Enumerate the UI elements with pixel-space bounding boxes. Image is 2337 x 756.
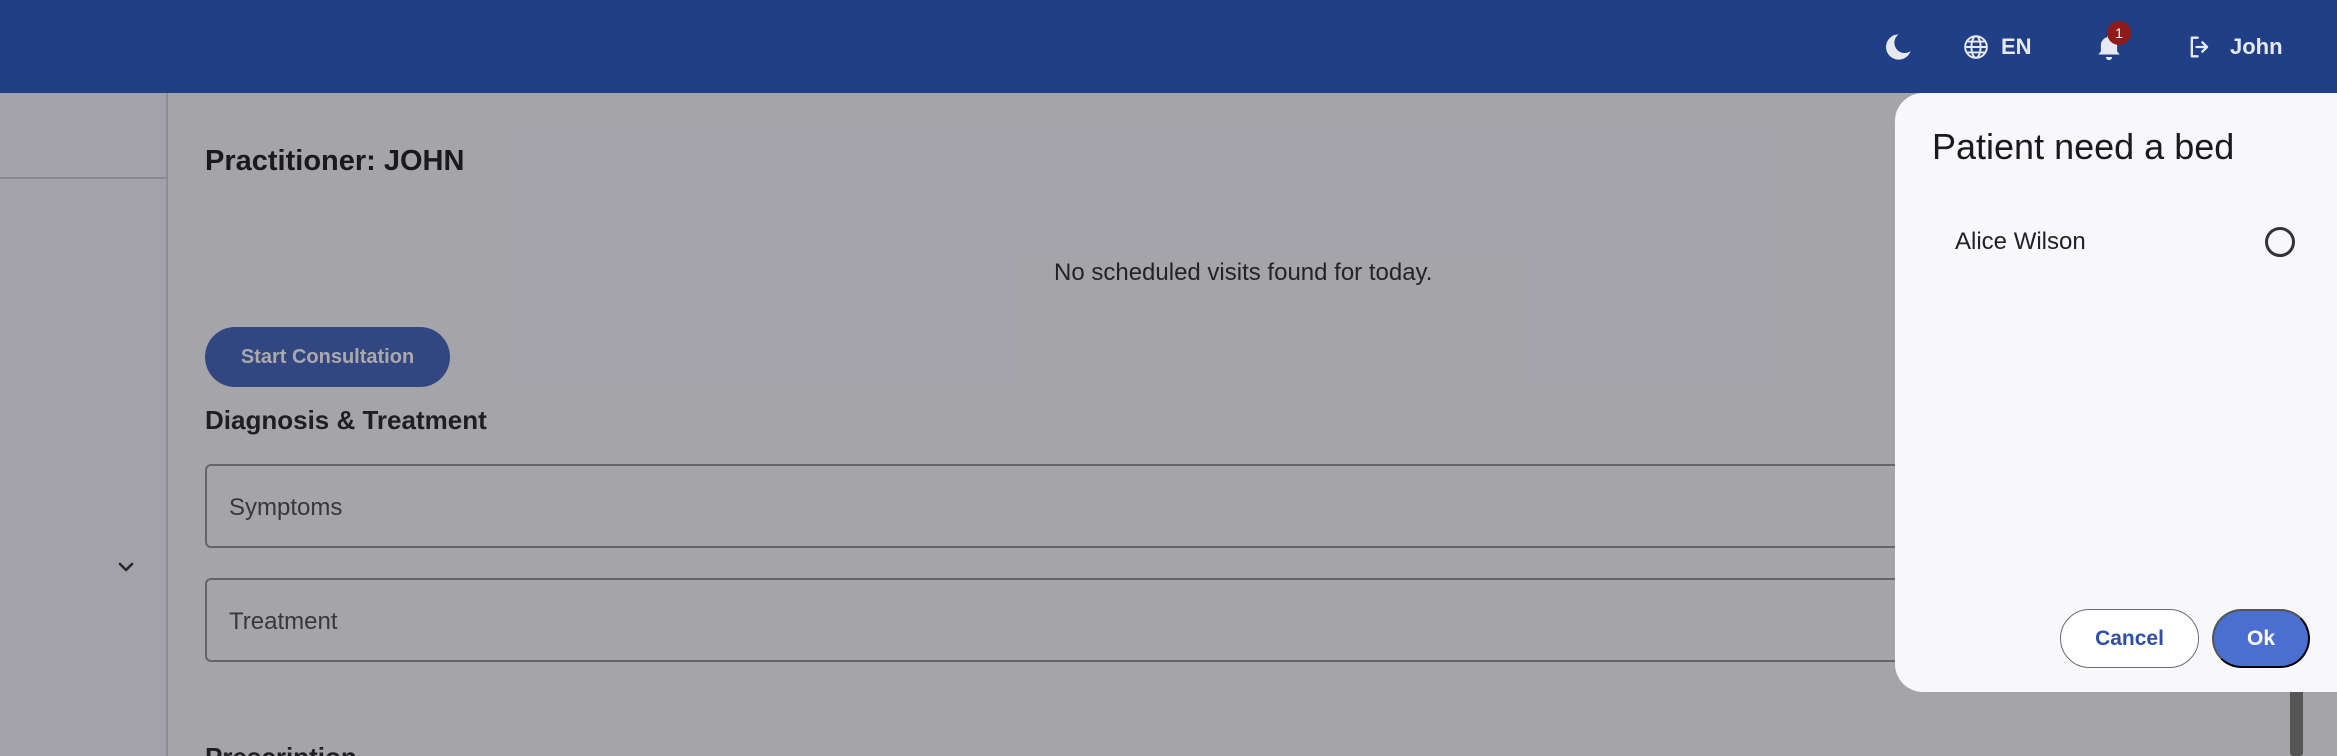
dialog-option-alice-wilson[interactable]: Alice Wilson bbox=[1955, 216, 2295, 268]
globe-icon bbox=[1963, 34, 1989, 60]
radio-button[interactable] bbox=[2265, 227, 2295, 257]
scrollbar-thumb[interactable] bbox=[2290, 690, 2303, 756]
notification-badge: 1 bbox=[2107, 21, 2131, 45]
cancel-button[interactable]: Cancel bbox=[2060, 609, 2199, 668]
logout-button[interactable]: John bbox=[2186, 0, 2283, 93]
language-selector[interactable]: EN bbox=[1963, 0, 2032, 93]
language-label: EN bbox=[2001, 33, 2032, 59]
logout-icon bbox=[2186, 33, 2214, 61]
bed-dialog bbox=[1895, 93, 2337, 692]
ok-button[interactable]: Ok bbox=[2212, 609, 2310, 668]
option-label: Alice Wilson bbox=[1955, 228, 2086, 255]
notifications-button[interactable] bbox=[2094, 0, 2124, 93]
dark-mode-toggle[interactable] bbox=[1882, 0, 1914, 93]
dialog-title: Patient need a bed bbox=[1932, 126, 2235, 167]
user-name: John bbox=[2230, 33, 2283, 59]
moon-icon bbox=[1882, 31, 1914, 63]
